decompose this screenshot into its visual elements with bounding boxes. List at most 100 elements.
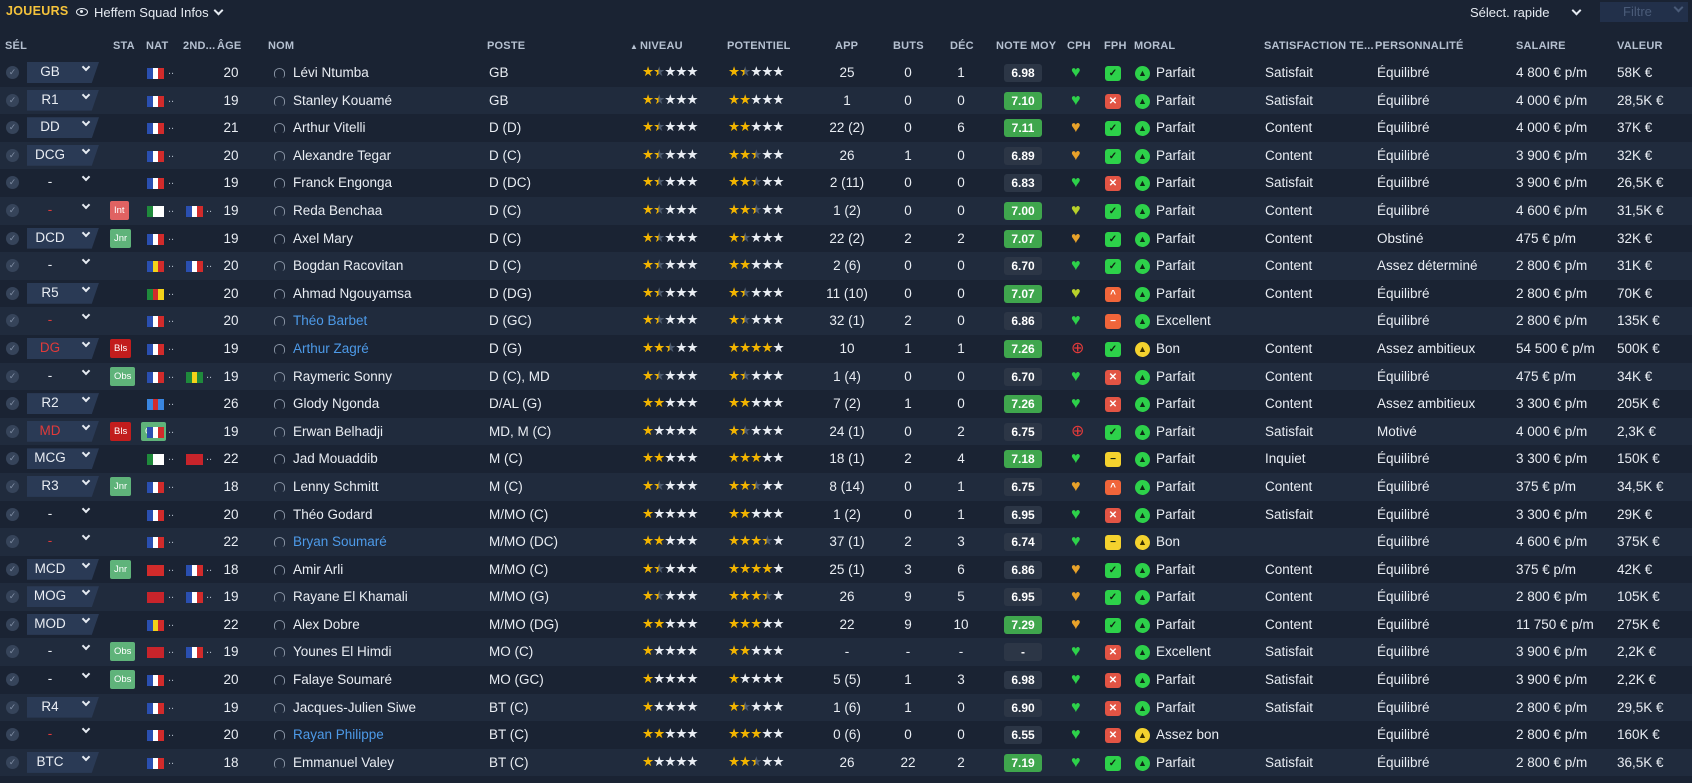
select-checkbox[interactable]: ✓ — [6, 314, 19, 328]
col-sta[interactable]: STA — [113, 40, 135, 52]
table-row[interactable]: ✓ - Obs.... 19 Raymeric Sonny D (C), MD ★★★★★ ★… — [0, 362, 1692, 391]
player-name[interactable]: Axel Mary — [293, 231, 353, 246]
table-row[interactable]: ✓ MCG.... 22 Jad Mouaddib M (C) ★★★★★ ★★★★★ 18 … — [0, 445, 1692, 473]
selection-dropdown[interactable]: - — [27, 531, 99, 552]
player-name[interactable]: Arthur Zagré — [293, 341, 369, 356]
col-age[interactable]: ÂGE — [217, 40, 241, 52]
select-checkbox[interactable]: ✓ — [6, 148, 19, 162]
select-checkbox[interactable]: ✓ — [6, 728, 19, 742]
selection-dropdown[interactable]: - — [27, 669, 99, 690]
select-checkbox[interactable]: ✓ — [6, 121, 19, 135]
selection-dropdown[interactable]: MCD — [27, 558, 99, 580]
select-checkbox[interactable]: ✓ — [6, 590, 19, 604]
selection-dropdown[interactable]: MCG — [27, 448, 99, 470]
selection-dropdown[interactable]: R2 — [27, 393, 99, 415]
player-name[interactable]: Reda Benchaa — [293, 203, 382, 218]
selection-dropdown[interactable]: MD — [27, 420, 99, 442]
table-row[interactable]: ✓ R3 Jnr.. 18 Lenny Schmitt M (C) ★★★★★ ★★★★★ 8 … — [0, 472, 1692, 501]
select-checkbox[interactable]: ✓ — [6, 397, 19, 411]
table-row[interactable]: ✓ -.... 20 Bogdan Racovitan D (C) ★★★★★ ★★★★★ 2… — [0, 252, 1692, 280]
selection-dropdown[interactable]: - — [27, 255, 99, 276]
select-checkbox[interactable]: ✓ — [6, 231, 19, 245]
select-checkbox[interactable]: ✓ — [6, 673, 19, 687]
selection-dropdown[interactable]: MOG — [27, 586, 99, 608]
player-name[interactable]: Jacques-Julien Siwe — [293, 700, 416, 715]
select-checkbox[interactable]: ✓ — [6, 479, 19, 493]
col-niveau[interactable]: NIVEAU — [640, 40, 683, 52]
selection-dropdown[interactable]: R5 — [27, 282, 99, 304]
selection-dropdown[interactable]: DCG — [27, 144, 99, 166]
player-name[interactable]: Rayane El Khamali — [293, 589, 408, 604]
player-name[interactable]: Théo Barbet — [293, 313, 367, 328]
col-personnalite[interactable]: PERSONNALITÉ — [1375, 40, 1464, 52]
col-valeur[interactable]: VALEUR — [1617, 40, 1663, 52]
selection-dropdown[interactable]: R1 — [27, 89, 99, 111]
select-checkbox[interactable]: ✓ — [6, 645, 19, 659]
filter-dropdown[interactable]: Filtre — [1600, 2, 1688, 22]
table-row[interactable]: ✓ R4.. 19 Jacques-Julien Siwe BT (C) ★★★★★ ★★★… — [0, 693, 1692, 722]
select-checkbox[interactable]: ✓ — [6, 755, 19, 769]
player-name[interactable]: Rayan Philippe — [293, 727, 384, 742]
player-name[interactable]: Arthur Vitelli — [293, 120, 366, 135]
table-row[interactable]: ✓ -.. 20 Rayan Philippe BT (C) ★★★★★ ★★★★★ 0 (6… — [0, 721, 1692, 749]
col-dec[interactable]: DÉC — [950, 40, 974, 52]
selection-dropdown[interactable]: DCD — [27, 227, 99, 249]
table-row[interactable]: ✓ R2.. 26 Glody Ngonda D/AL (G) ★★★★★ ★★★★★ 7 (… — [0, 390, 1692, 418]
selection-dropdown[interactable]: - — [27, 310, 99, 331]
player-name[interactable]: Bogdan Racovitan — [293, 258, 403, 273]
player-name[interactable]: Franck Engonga — [293, 175, 392, 190]
table-row[interactable]: ✓ -.. 20 Théo Barbet D (GC) ★★★★★ ★★★★★ 32 (1) 2… — [0, 307, 1692, 335]
col-app[interactable]: APP — [835, 40, 858, 52]
col-2nd[interactable]: 2ND... — [183, 40, 215, 52]
select-checkbox[interactable]: ✓ — [6, 700, 19, 714]
col-sel[interactable]: SÉL — [5, 40, 27, 52]
table-row[interactable]: ✓ BTC.. 18 Emmanuel Valey BT (C) ★★★★★ ★★★★★ 26… — [0, 748, 1692, 777]
select-checkbox[interactable]: ✓ — [6, 286, 19, 300]
player-name[interactable]: Emmanuel Valey — [293, 755, 394, 770]
select-checkbox[interactable]: ✓ — [6, 176, 19, 190]
select-checkbox[interactable]: ✓ — [6, 452, 19, 466]
table-row[interactable]: ✓ DG Bls.. 19 Arthur Zagré D (G) ★★★★★ ★★★★★ 10 1… — [0, 335, 1692, 363]
selection-dropdown[interactable]: R3 — [27, 475, 99, 497]
table-row[interactable]: ✓ MOD.. 22 Alex Dobre M/MO (DG) ★★★★★ ★★★★★ 22 9… — [0, 611, 1692, 639]
selection-dropdown[interactable]: - — [27, 641, 99, 662]
select-checkbox[interactable]: ✓ — [6, 424, 19, 438]
select-checkbox[interactable]: ✓ — [6, 93, 19, 107]
player-name[interactable]: Stanley Kouamé — [293, 93, 392, 108]
selection-dropdown[interactable]: MOD — [27, 613, 99, 635]
player-name[interactable]: Lenny Schmitt — [293, 479, 379, 494]
player-name[interactable]: Jad Mouaddib — [293, 451, 378, 466]
selection-dropdown[interactable]: - — [27, 366, 99, 387]
table-row[interactable]: ✓ - Obs.... 19 Younes El Himdi MO (C) ★★★★★ ★★★… — [0, 638, 1692, 667]
selection-dropdown[interactable]: - — [27, 200, 99, 221]
col-note[interactable]: NOTE MOY — [996, 40, 1056, 52]
select-checkbox[interactable]: ✓ — [6, 535, 19, 549]
table-row[interactable]: ✓ - Obs.. 20 Falaye Soumaré MO (GC) ★★★★★ ★★★★★… — [0, 666, 1692, 694]
table-row[interactable]: ✓ DD.. 21 Arthur Vitelli D (D) ★★★★★ ★★★★★ 22 (… — [0, 114, 1692, 142]
player-name[interactable]: Younes El Himdi — [293, 644, 392, 659]
select-checkbox[interactable]: ✓ — [6, 617, 19, 631]
selection-dropdown[interactable]: - — [27, 724, 99, 745]
table-row[interactable]: ✓MDBlsObs..19Erwan BelhadjiMD, M (C)★★★★… — [0, 417, 1692, 446]
col-potentiel[interactable]: POTENTIEL — [727, 40, 791, 52]
player-name[interactable]: Erwan Belhadji — [293, 424, 383, 439]
select-checkbox[interactable]: ✓ — [6, 369, 19, 383]
player-name[interactable]: Lévi Ntumba — [293, 65, 369, 80]
table-row[interactable]: ✓ MCD Jnr.... 18 Amir Arli M/MO (C) ★★★★★ ★★★★★… — [0, 556, 1692, 584]
table-row[interactable]: ✓ -.. 22 Bryan Soumaré M/MO (DC) ★★★★★ ★★★★★ 37… — [0, 528, 1692, 556]
table-row[interactable]: ✓ GB.. 20 Lévi Ntumba GB ★★★★★ ★★★★★ 25 0 1 6.98 ♥ ✓… — [0, 59, 1692, 87]
select-checkbox[interactable]: ✓ — [6, 507, 19, 521]
col-salaire[interactable]: SALAIRE — [1516, 40, 1566, 52]
col-nom[interactable]: NOM — [268, 40, 294, 52]
col-satisfaction[interactable]: SATISFACTION TE... — [1264, 40, 1374, 52]
player-name[interactable]: Théo Godard — [293, 507, 373, 522]
player-name[interactable]: Raymeric Sonny — [293, 369, 392, 384]
select-checkbox[interactable]: ✓ — [6, 341, 19, 355]
player-name[interactable]: Amir Arli — [293, 562, 343, 577]
player-name[interactable]: Falaye Soumaré — [293, 672, 392, 687]
table-row[interactable]: ✓ R5.. 20 Ahmad Ngouyamsa D (DG) ★★★★★ ★★★★★ 11… — [0, 280, 1692, 308]
selection-dropdown[interactable]: DG — [27, 337, 99, 359]
col-moral[interactable]: MORAL — [1134, 40, 1175, 52]
table-row[interactable]: ✓ R1.. 19 Stanley Kouamé GB ★★★★★ ★★★★★ 1 0 0 7.10… — [0, 86, 1692, 115]
quick-select-dropdown[interactable]: Sélect. rapide — [1470, 2, 1588, 22]
